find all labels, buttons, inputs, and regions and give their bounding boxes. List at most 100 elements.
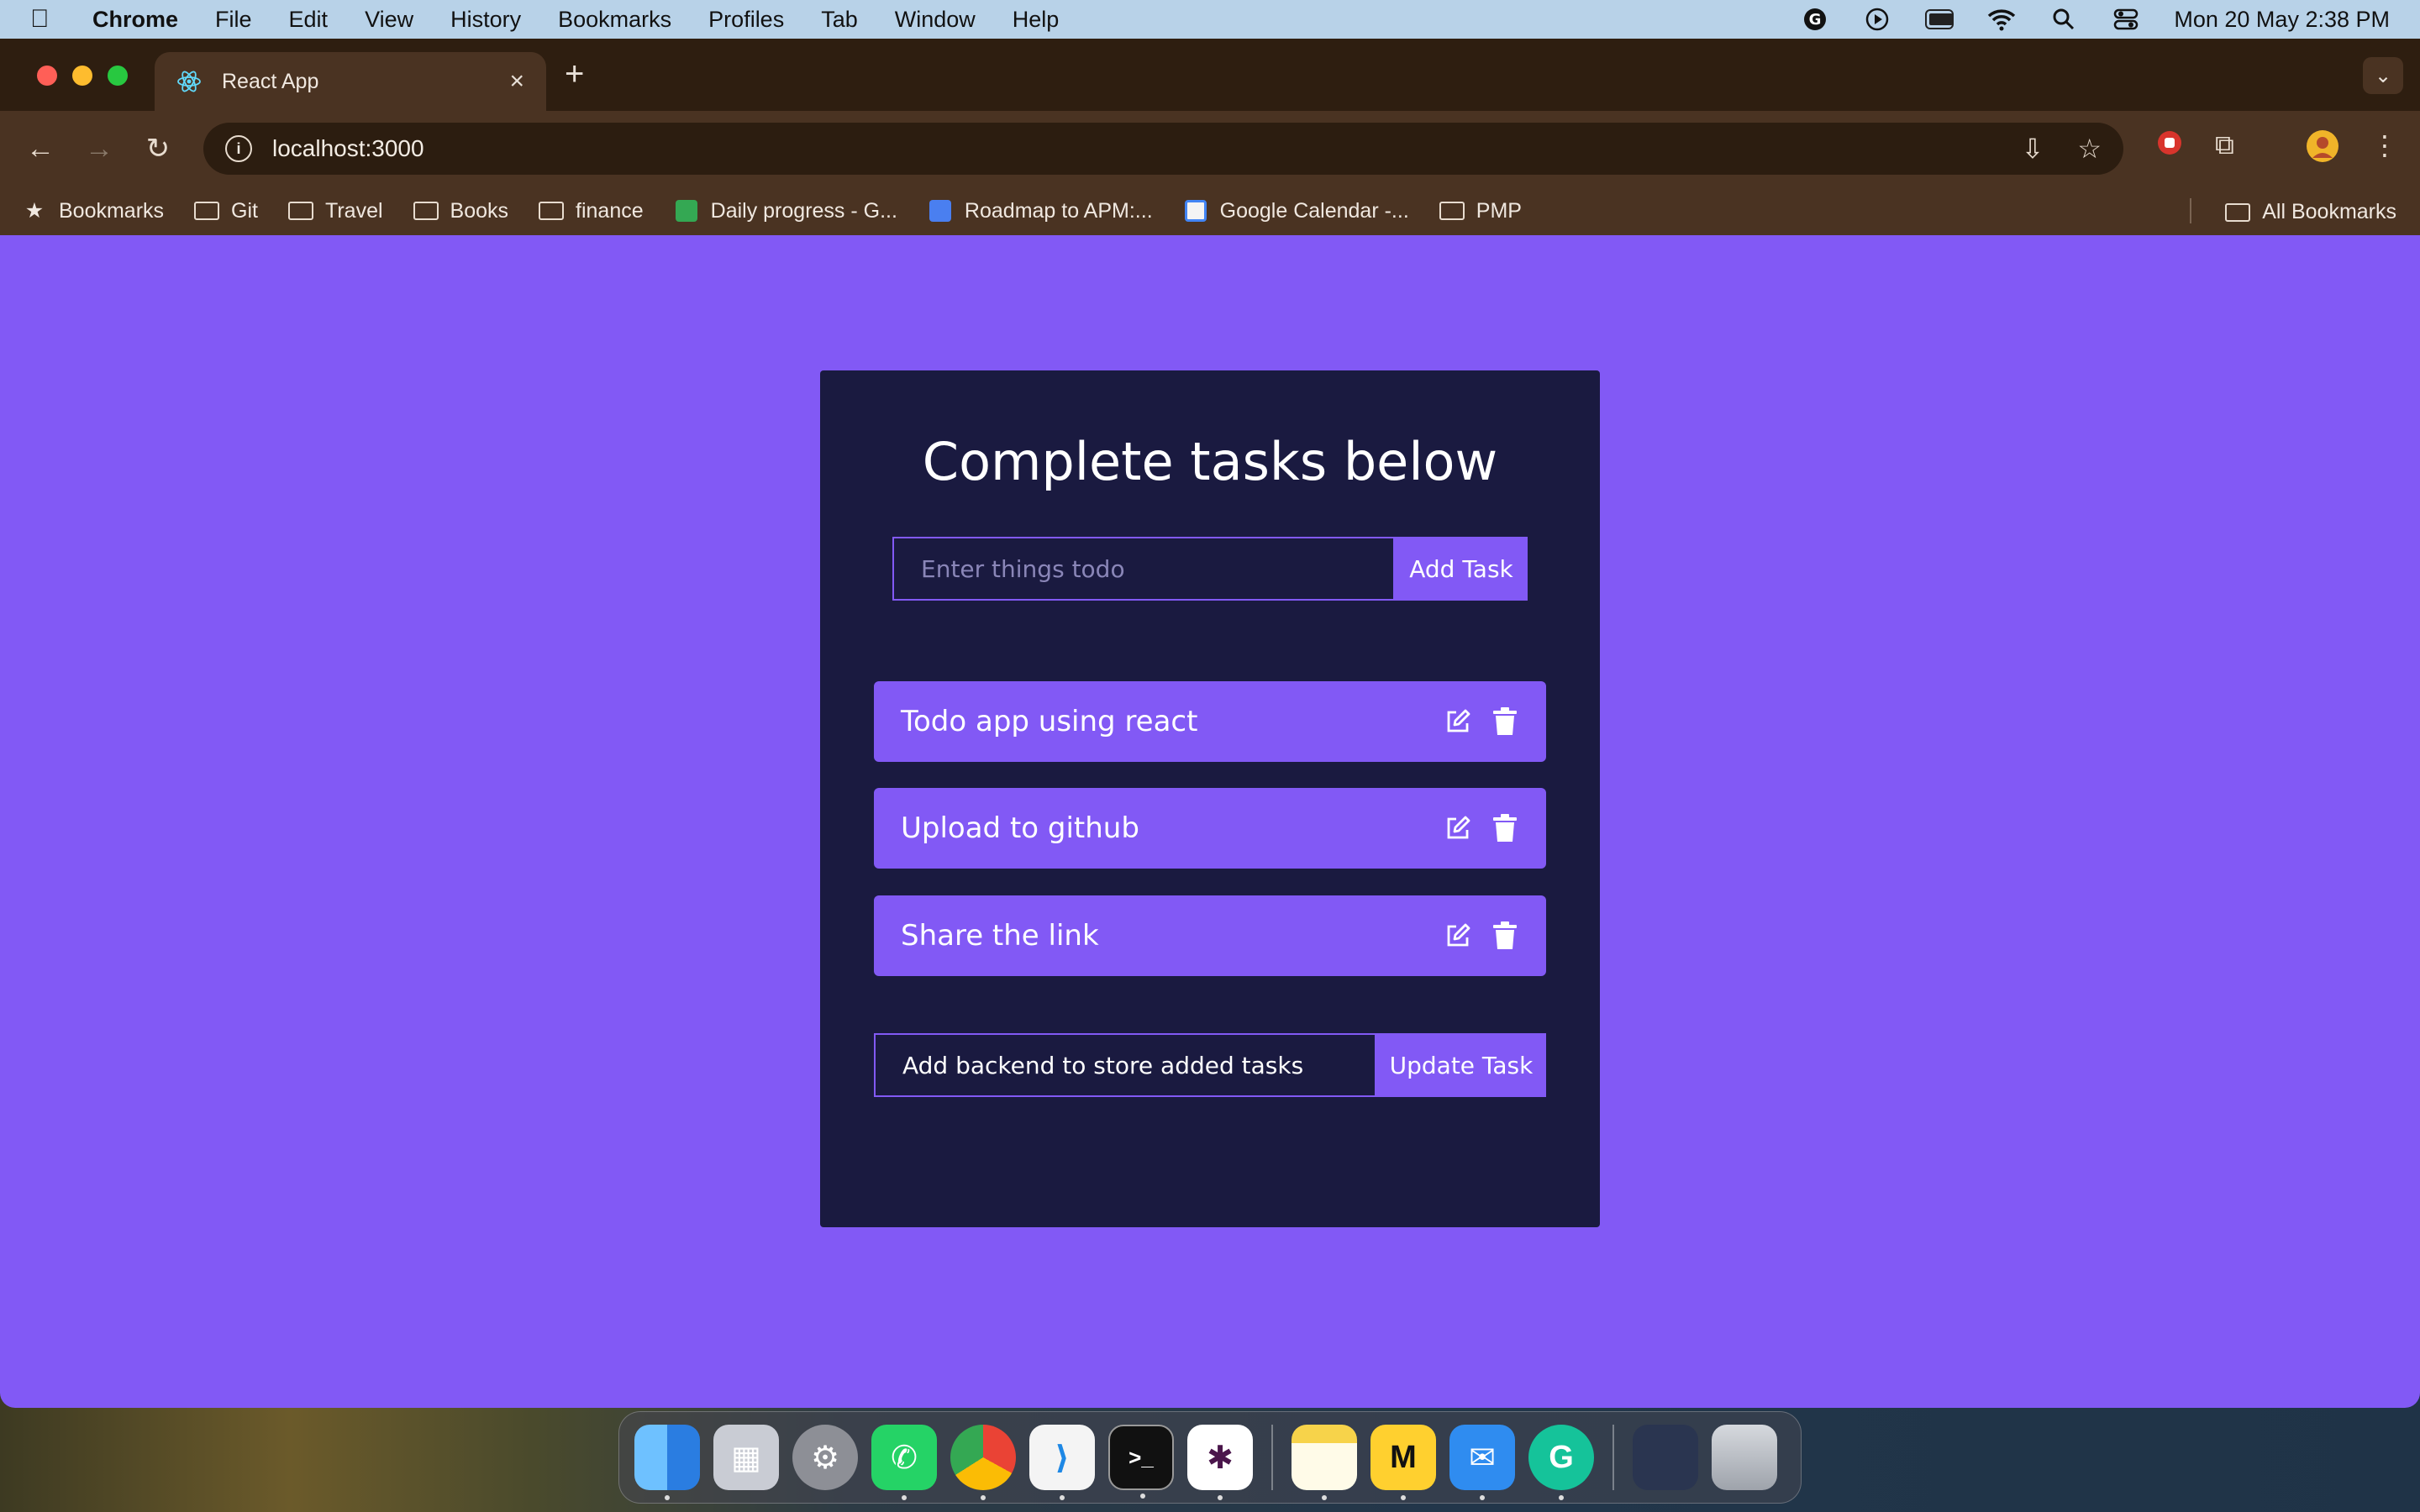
mail-icon[interactable]: ✉ <box>1449 1425 1515 1500</box>
forward-arrow-icon[interactable]: → <box>79 129 119 169</box>
bookmark-git[interactable]: Git <box>194 199 258 223</box>
bookmark-roadmap-apm[interactable]: Roadmap to APM:... <box>928 199 1153 223</box>
add-task-form: Enter things todo Add Task <box>892 537 1528 601</box>
browser-toolbar: ← → ↻ i localhost:3000 ⇩ ☆ ⧉ ⋮ <box>0 111 2420 186</box>
install-app-icon[interactable]: ⇩ <box>2022 133 2044 165</box>
chrome-icon[interactable] <box>950 1425 1016 1500</box>
launchpad-icon[interactable]: ▦ <box>713 1425 779 1490</box>
battery-icon[interactable] <box>1925 7 1954 32</box>
page-content: Complete tasks below Enter things todo A… <box>0 235 2420 1408</box>
system-settings-icon[interactable]: ⚙ <box>792 1425 858 1490</box>
close-tab-icon[interactable]: × <box>509 67 524 96</box>
whatsapp-icon[interactable]: ✆ <box>871 1425 937 1500</box>
terminal-icon[interactable]: >_ <box>1108 1425 1174 1499</box>
screenshot-icon[interactable] <box>1633 1425 1698 1490</box>
browser-window: React App × + ⌄ ← → ↻ i localhost:3000 ⇩… <box>0 39 2420 1408</box>
menu-edit[interactable]: Edit <box>289 7 329 33</box>
task-text: Todo app using react <box>901 705 1198 738</box>
menu-view[interactable]: View <box>365 7 413 33</box>
grammarly-status-icon[interactable]: G <box>1801 7 1829 32</box>
edit-icon[interactable] <box>1444 707 1472 736</box>
menu-window[interactable]: Window <box>895 7 976 33</box>
play-status-icon[interactable] <box>1863 7 1891 32</box>
folder-icon <box>1439 200 1465 222</box>
profile-avatar[interactable] <box>2306 129 2339 170</box>
window-controls <box>37 66 128 86</box>
back-arrow-icon[interactable]: ← <box>20 129 60 169</box>
new-tab-icon[interactable]: + <box>565 55 584 93</box>
google-calendar-icon <box>1183 200 1208 222</box>
trash-icon[interactable] <box>1712 1425 1777 1490</box>
menu-tab[interactable]: Tab <box>821 7 858 33</box>
bookmarks-divider <box>2190 198 2191 223</box>
task-item: Share the link <box>874 895 1546 976</box>
address-bar[interactable]: i localhost:3000 ⇩ ☆ <box>203 123 2123 175</box>
task-item: Todo app using react <box>874 681 1546 762</box>
google-docs-icon <box>928 200 953 222</box>
add-task-button[interactable]: Add Task <box>1395 537 1528 601</box>
all-bookmarks[interactable]: All Bookmarks <box>2225 200 2396 224</box>
task-input[interactable]: Enter things todo <box>892 537 1395 601</box>
task-text: Upload to github <box>901 811 1139 845</box>
edit-icon[interactable] <box>1444 921 1472 950</box>
status-icons: G Mon 20 May 2:38 PM <box>1801 7 2390 33</box>
svg-text:G: G <box>1809 11 1822 29</box>
menu-bar:  Chrome File Edit View History Bookmark… <box>0 0 2420 39</box>
trash-icon[interactable] <box>1491 921 1519 950</box>
vscode-icon[interactable]: ⟩ <box>1029 1425 1095 1500</box>
bookmark-bookmarks[interactable]: ★ Bookmarks <box>22 199 164 223</box>
zoom-window-button[interactable] <box>108 66 128 86</box>
folder-icon <box>539 200 565 222</box>
bookmark-travel[interactable]: Travel <box>288 199 383 223</box>
trash-icon[interactable] <box>1491 707 1519 736</box>
grammarly-icon[interactable]: G <box>1528 1425 1594 1500</box>
google-sheets-icon <box>674 200 699 222</box>
edit-task-input[interactable]: Add backend to store added tasks <box>874 1033 1376 1097</box>
notes-icon[interactable] <box>1292 1425 1357 1500</box>
bookmark-star-icon[interactable]: ☆ <box>2077 133 2102 165</box>
bookmark-pmp[interactable]: PMP <box>1439 199 1522 223</box>
bookmark-books[interactable]: Books <box>413 199 508 223</box>
bookmark-daily-progress[interactable]: Daily progress - G... <box>674 199 897 223</box>
control-center-icon[interactable] <box>2112 7 2140 32</box>
dock-divider <box>1271 1425 1273 1490</box>
extension-stop-icon[interactable] <box>2156 129 2183 163</box>
menu-help[interactable]: Help <box>1013 7 1060 33</box>
menubar-clock[interactable]: Mon 20 May 2:38 PM <box>2174 7 2390 33</box>
minimize-window-button[interactable] <box>72 66 92 86</box>
folder-icon <box>2225 202 2251 222</box>
menu-file[interactable]: File <box>215 7 252 33</box>
bookmarks-bar: ★ Bookmarks Git Travel Books finance Dail… <box>0 186 2420 235</box>
bookmark-finance[interactable]: finance <box>539 199 644 223</box>
apple-icon[interactable]:  <box>30 5 60 34</box>
dock-divider <box>1612 1425 1614 1490</box>
bookmark-google-calendar[interactable]: Google Calendar -... <box>1183 199 1409 223</box>
miro-icon[interactable]: M <box>1370 1425 1436 1500</box>
extensions-puzzle-icon[interactable]: ⧉ <box>2215 129 2234 161</box>
task-text: Share the link <box>901 919 1099 953</box>
tab-react-app[interactable]: React App × <box>155 52 546 111</box>
url-text[interactable]: localhost:3000 <box>272 135 424 162</box>
close-window-button[interactable] <box>37 66 57 86</box>
finder-icon[interactable] <box>634 1425 700 1500</box>
menu-history[interactable]: History <box>450 7 521 33</box>
folder-icon <box>413 200 439 222</box>
menu-profiles[interactable]: Profiles <box>708 7 784 33</box>
star-icon: ★ <box>24 199 45 223</box>
browser-menu-icon[interactable]: ⋮ <box>2371 129 2398 161</box>
edit-icon[interactable] <box>1444 814 1472 843</box>
update-task-button[interactable]: Update Task <box>1376 1033 1546 1097</box>
slack-icon[interactable]: ✱ <box>1187 1425 1253 1500</box>
edit-task-form: Add backend to store added tasks Update … <box>874 1033 1546 1097</box>
tab-search-chevron-icon[interactable]: ⌄ <box>2363 57 2403 94</box>
trash-icon[interactable] <box>1491 814 1519 843</box>
menu-bookmarks[interactable]: Bookmarks <box>558 7 671 33</box>
folder-icon <box>194 200 220 222</box>
folder-icon <box>288 200 313 222</box>
wifi-icon[interactable] <box>1987 7 2016 32</box>
menu-app-name[interactable]: Chrome <box>92 7 178 33</box>
spotlight-search-icon[interactable] <box>2049 7 2078 32</box>
site-info-icon[interactable]: i <box>225 135 252 162</box>
reload-icon[interactable]: ↻ <box>138 129 178 169</box>
page-title: Complete tasks below <box>922 431 1498 492</box>
